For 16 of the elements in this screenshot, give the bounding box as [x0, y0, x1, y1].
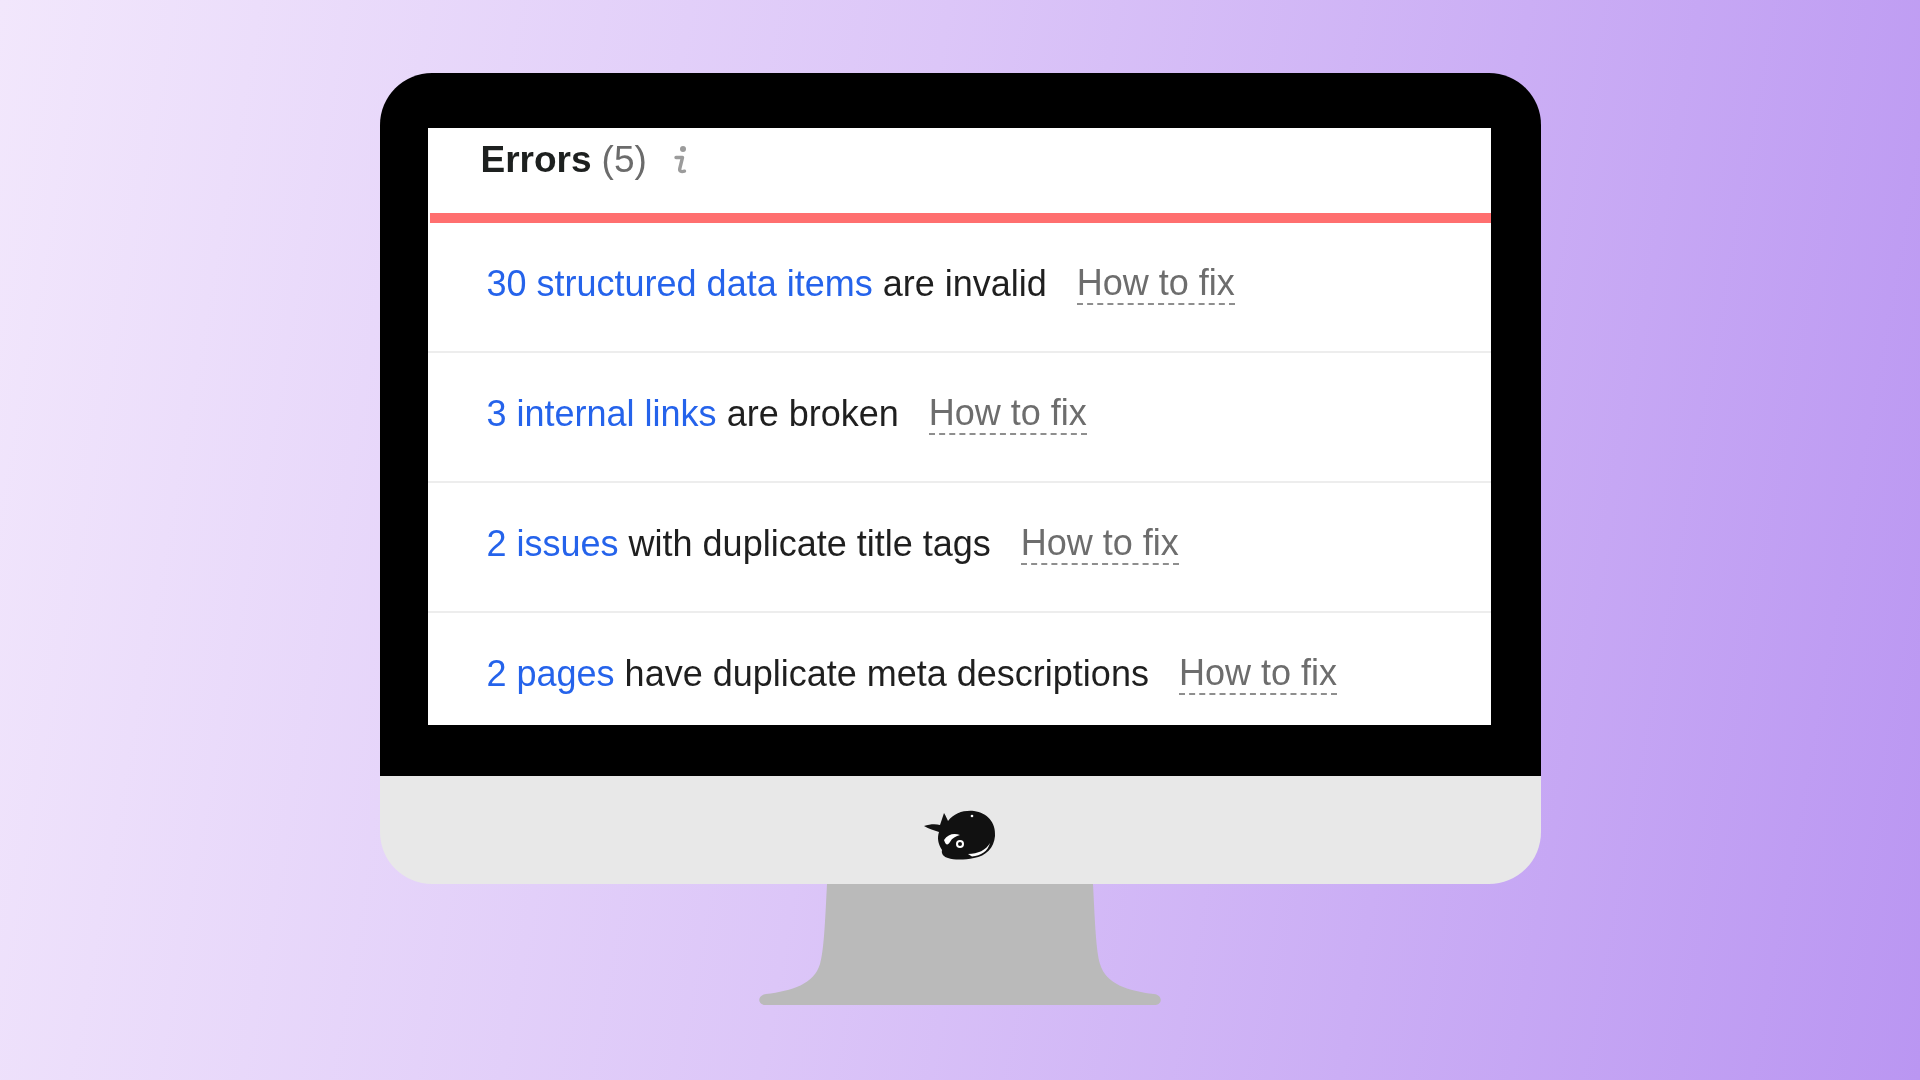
- issue-text: 3 internal links are broken: [486, 393, 899, 435]
- how-to-fix-link[interactable]: How to fix: [1020, 523, 1179, 565]
- panel-title: Errors: [480, 138, 592, 181]
- issue-link[interactable]: 30 structured data items: [486, 263, 873, 304]
- issue-link[interactable]: 2 issues: [486, 523, 619, 564]
- how-to-fix-link[interactable]: How to fix: [1076, 263, 1235, 305]
- issue-text: 2 pages have duplicate meta descriptions: [486, 653, 1149, 695]
- how-to-fix-link[interactable]: How to fix: [928, 393, 1087, 435]
- issue-text: 30 structured data items are invalid: [486, 263, 1047, 305]
- info-icon[interactable]: [672, 144, 688, 175]
- error-count: (5): [601, 138, 647, 181]
- issue-link[interactable]: 2 pages: [486, 653, 615, 694]
- how-to-fix-link[interactable]: How to fix: [1178, 653, 1337, 695]
- issue-text: 2 issues with duplicate title tags: [486, 523, 991, 565]
- whale-icon: [924, 810, 996, 860]
- issue-link[interactable]: 3 internal links: [486, 393, 717, 434]
